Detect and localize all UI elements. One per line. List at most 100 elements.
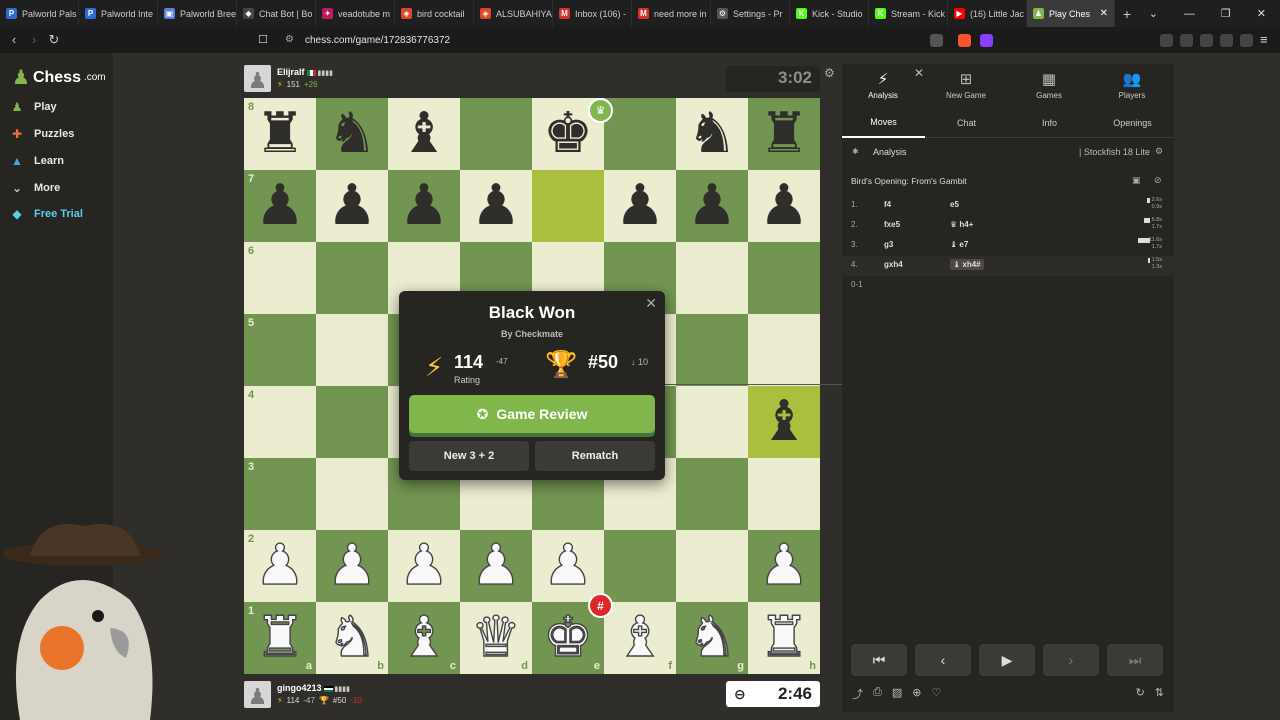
white-king-icon[interactable]: ♚ [542, 609, 594, 666]
reload-icon[interactable]: ↻ [44, 32, 64, 48]
white-pawn-icon[interactable]: ♟ [326, 537, 378, 594]
opponent-avatar[interactable]: ♟ [244, 64, 271, 92]
site-info-icon[interactable]: ⚙ [285, 34, 294, 45]
browser-tab[interactable]: P Palworld Pals [0, 0, 79, 27]
square-e7[interactable] [532, 170, 604, 242]
square-g1[interactable]: g ♞ [676, 602, 748, 674]
zoom-icon[interactable]: ⊕ [912, 686, 921, 702]
white-move[interactable]: f4 [884, 200, 891, 209]
close-tab-icon[interactable]: ✕ [1100, 8, 1108, 19]
black-rook-icon[interactable]: ♜ [255, 106, 305, 162]
brave-shields-icon[interactable] [958, 34, 971, 47]
white-pawn-icon[interactable]: ♟ [758, 537, 810, 594]
panel-tab-new-game[interactable]: ⊞ New Game [925, 70, 1007, 100]
engine-settings-icon[interactable]: ⚙ [1155, 146, 1163, 157]
sidebar-item-more[interactable]: ⌄ More [10, 181, 60, 195]
black-move[interactable]: ♛ h4+ [950, 220, 973, 229]
white-pawn-icon[interactable]: ♟ [254, 537, 306, 594]
forward-icon[interactable]: › [24, 32, 44, 47]
square-h8[interactable]: ♜ [748, 98, 820, 170]
square-h5[interactable] [748, 314, 820, 386]
panel-tab-games[interactable]: ▦ Games [1008, 70, 1090, 100]
black-pawn-icon[interactable]: ♟ [687, 178, 737, 234]
square-f8[interactable] [604, 98, 676, 170]
book-icon[interactable]: ▣ [1132, 175, 1141, 186]
square-b2[interactable]: ♟ [316, 530, 388, 602]
black-pawn-icon[interactable]: ♟ [615, 178, 665, 234]
brave-rewards-icon[interactable] [980, 34, 993, 47]
browser-tab[interactable]: ▣ Palworld Bree [158, 0, 237, 27]
rematch-button[interactable]: Rematch [535, 441, 655, 471]
square-e2[interactable]: ♟ [532, 530, 604, 602]
explorer-icon[interactable]: ⊘ [1154, 175, 1162, 186]
square-a3[interactable]: 3 [244, 458, 316, 530]
prev-move-button[interactable]: ‹ [915, 644, 971, 676]
sidebar-item-free-trial[interactable]: ◆ Free Trial [10, 207, 83, 221]
square-g7[interactable]: ♟ [676, 170, 748, 242]
square-c2[interactable]: ♟ [388, 530, 460, 602]
black-move[interactable]: ♝ xh4# [950, 259, 984, 270]
browser-tab[interactable]: M Inbox (106) - [553, 0, 632, 27]
square-g8[interactable]: ♞ [676, 98, 748, 170]
black-pawn-icon[interactable]: ♟ [327, 178, 377, 234]
game-review-button[interactable]: ✪ Game Review [409, 395, 655, 433]
player-avatar[interactable]: ♟ [244, 680, 271, 708]
square-d1[interactable]: d ♛ [460, 602, 532, 674]
browser-tab[interactable]: ▶ (16) Little Jac [948, 0, 1027, 27]
white-move[interactable]: gxh4 [884, 260, 903, 269]
refresh-icon[interactable]: ↻ [1136, 686, 1145, 699]
square-b4[interactable] [316, 386, 388, 458]
flip-icon[interactable]: ⇅ [1155, 686, 1164, 699]
square-h4[interactable]: ♝ [748, 386, 820, 458]
black-pawn-icon[interactable]: ♟ [759, 178, 809, 234]
board-settings-icon[interactable]: ⚙ [824, 66, 835, 80]
square-f2[interactable] [604, 530, 676, 602]
square-h1[interactable]: h ♜ [748, 602, 820, 674]
square-f1[interactable]: f ♝ [604, 602, 676, 674]
browser-tab[interactable]: ◈ ALSUBAHIYA [474, 0, 553, 27]
square-a6[interactable]: 6 [244, 242, 316, 314]
sidebar-item-play[interactable]: ♟ Play [10, 100, 57, 114]
white-pawn-icon[interactable]: ♟ [398, 537, 450, 594]
analysis-toggle-icon[interactable]: ✱ [852, 147, 859, 156]
sidebar-toggle-icon[interactable] [1180, 34, 1193, 47]
browser-tab[interactable]: K Kick - Studio [790, 0, 869, 27]
back-icon[interactable]: ‹ [4, 32, 24, 47]
square-b5[interactable] [316, 314, 388, 386]
square-a7[interactable]: 7 ♟ [244, 170, 316, 242]
play-button[interactable]: ▶ [979, 644, 1035, 676]
white-move[interactable]: g3 [884, 240, 893, 249]
browser-tab[interactable]: ✦ veadotube m [316, 0, 395, 27]
sidebar-item-learn[interactable]: ▲ Learn [10, 154, 64, 168]
tab-info[interactable]: Info [1008, 108, 1091, 138]
close-window-button[interactable]: ✕ [1257, 7, 1266, 20]
white-knight-icon[interactable]: ♞ [686, 609, 738, 666]
vpn-icon[interactable] [1240, 34, 1253, 47]
next-move-button[interactable]: › [1043, 644, 1099, 676]
white-bishop-icon[interactable]: ♝ [614, 609, 666, 666]
browser-tab[interactable]: K Stream - Kick [869, 0, 948, 27]
square-c1[interactable]: c ♝ [388, 602, 460, 674]
square-a1[interactable]: 1 a ♜ [244, 602, 316, 674]
square-h2[interactable]: ♟ [748, 530, 820, 602]
square-b8[interactable]: ♞ [316, 98, 388, 170]
wallet-icon[interactable] [1200, 34, 1213, 47]
chess-logo[interactable]: ♟ Chess .com [12, 65, 106, 90]
square-a2[interactable]: 2 ♟ [244, 530, 316, 602]
black-king-icon[interactable]: ♚ [543, 106, 593, 162]
black-pawn-icon[interactable]: ♟ [471, 178, 521, 234]
panel-tab-analysis[interactable]: ⚡ Analysis [842, 70, 924, 100]
last-move-button[interactable]: ⏭ [1107, 644, 1163, 676]
black-pawn-icon[interactable]: ♟ [399, 178, 449, 234]
browser-tab[interactable]: ◆ Chat Bot | Bo [237, 0, 316, 27]
square-g6[interactable] [676, 242, 748, 314]
square-d7[interactable]: ♟ [460, 170, 532, 242]
square-a8[interactable]: 8 ♜ [244, 98, 316, 170]
square-d2[interactable]: ♟ [460, 530, 532, 602]
new-tab-button[interactable]: + [1115, 6, 1139, 22]
black-knight-icon[interactable]: ♞ [687, 106, 737, 162]
square-g5[interactable] [676, 314, 748, 386]
image-icon[interactable]: ▨ [892, 686, 902, 702]
browser-tab[interactable]: ⚙ Settings - Pr [711, 0, 790, 27]
panel-tab-players[interactable]: 👥 Players [1091, 70, 1173, 100]
